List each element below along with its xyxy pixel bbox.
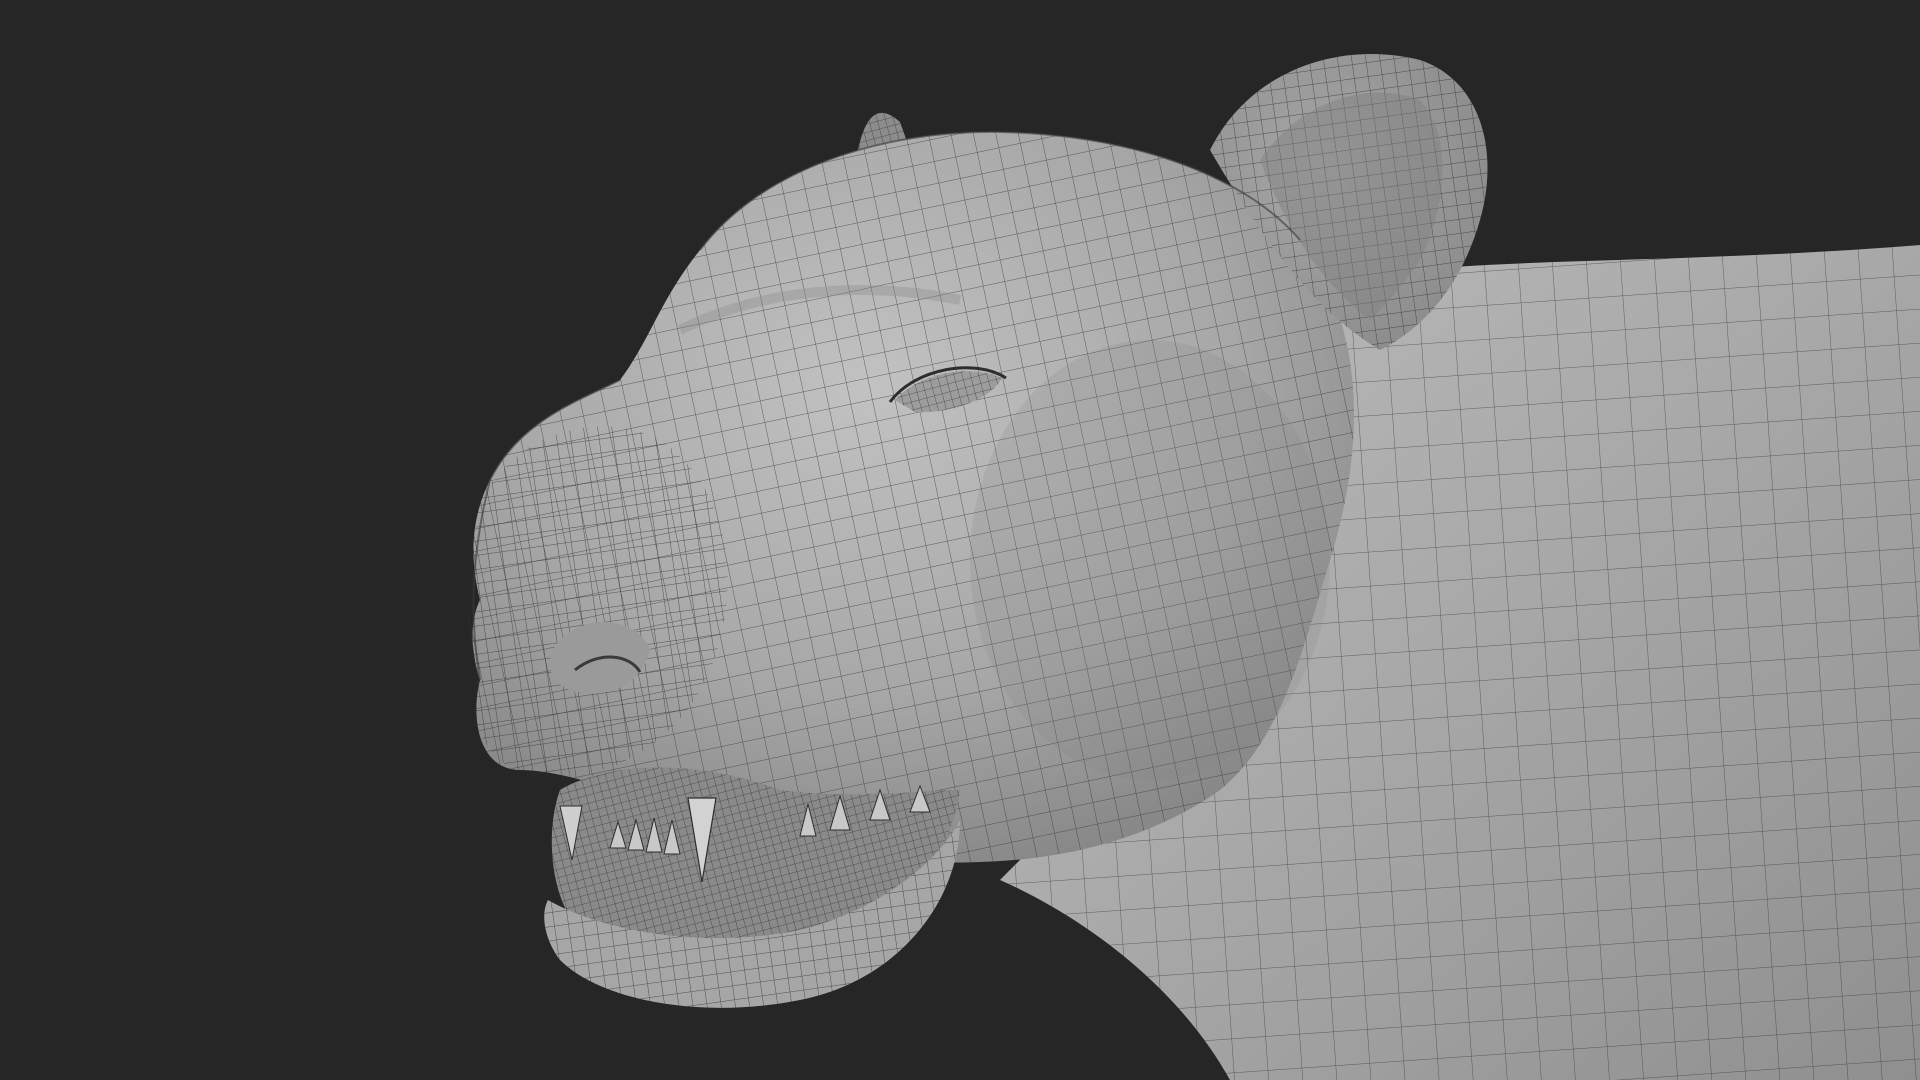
3d-viewport[interactable] (0, 0, 1920, 1080)
panther-head-mesh (468, 131, 1354, 863)
open-mouth-mesh (544, 767, 960, 1008)
panther-head-wireframe-icon (468, 54, 1920, 1080)
